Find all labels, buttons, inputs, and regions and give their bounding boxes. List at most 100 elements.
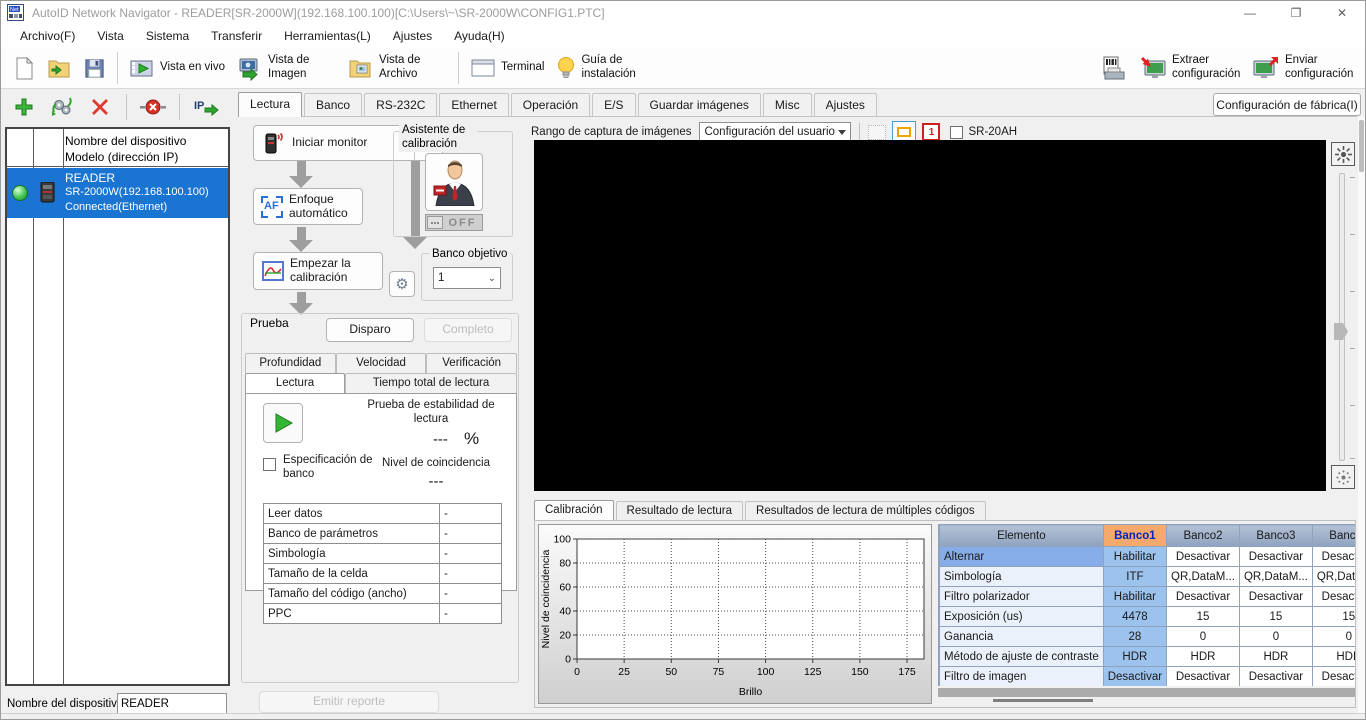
bank-spec-checkbox[interactable] — [263, 458, 276, 471]
tab-banco[interactable]: Banco — [304, 93, 362, 116]
device-name-input[interactable] — [117, 693, 227, 714]
autofocus-button[interactable]: AF Enfoque automático — [253, 188, 363, 225]
close-button[interactable]: ✕ — [1319, 1, 1365, 24]
bank-value[interactable]: ITF — [1103, 567, 1166, 587]
bank-value[interactable]: 4478 — [1103, 607, 1166, 627]
bank-value[interactable]: Desactivar — [1312, 587, 1355, 607]
menu-item-herramientas-l[interactable]: Herramientas(L) — [273, 26, 382, 46]
bank-table-header-banco3[interactable]: Banco3 — [1239, 525, 1312, 547]
bank-value[interactable]: HDR — [1103, 647, 1166, 667]
calibration-settings-button[interactable]: ⚙ — [389, 271, 415, 297]
bank-param-label[interactable]: Filtro polarizador — [940, 587, 1104, 607]
bank-value[interactable]: QR,DataM... — [1239, 567, 1312, 587]
trigger-button[interactable]: Disparo — [326, 318, 414, 342]
image-view-button[interactable]: Vista de Imagen — [231, 51, 342, 84]
tab-lectura[interactable]: Lectura — [238, 92, 302, 117]
ip-settings-button[interactable]: IP — [191, 94, 221, 120]
live-view-button[interactable]: Vista en vivo — [123, 53, 231, 83]
assistant-button[interactable] — [425, 153, 483, 211]
results-tab-resultado-de-lectura[interactable]: Resultado de lectura — [616, 501, 743, 520]
bank-value[interactable]: Habilitar — [1103, 587, 1166, 607]
delete-device-button[interactable] — [85, 94, 115, 120]
bank-value[interactable]: HDR — [1167, 647, 1240, 667]
bank-value[interactable]: HDR — [1239, 647, 1312, 667]
send-config-button[interactable]: Enviar configuración — [1246, 51, 1359, 84]
factory-config-button[interactable]: Configuración de fábrica(I) — [1213, 93, 1361, 116]
menu-item-vista[interactable]: Vista — [86, 26, 134, 46]
bank-table-hscroll-track[interactable] — [938, 688, 1355, 697]
vertical-scrollbar-track[interactable] — [1358, 117, 1365, 713]
extract-config-button[interactable]: Extraer configuración — [1133, 51, 1246, 84]
bank-value[interactable]: QR,DataM... — [1312, 567, 1355, 587]
test-tab-lectura[interactable]: Lectura — [245, 373, 345, 393]
bank-value[interactable]: 15 — [1312, 607, 1355, 627]
save-button[interactable] — [77, 54, 112, 83]
bank-param-label[interactable]: Método de ajuste de contraste — [940, 647, 1104, 667]
bank-table-header-banco2[interactable]: Banco2 — [1167, 525, 1240, 547]
bank-param-label[interactable]: Filtro de imagen — [940, 667, 1104, 687]
report-export-button[interactable]: Emitir reporte — [259, 691, 439, 713]
bank-value[interactable]: Desactivar — [1239, 587, 1312, 607]
bank-value[interactable]: Desactivar — [1312, 547, 1355, 567]
bank-value[interactable]: Desactivar — [1103, 667, 1166, 687]
sr20ah-checkbox[interactable] — [950, 126, 963, 139]
tab-ajustes[interactable]: Ajustes — [814, 93, 877, 116]
test-tab-verificaci-n[interactable]: Verificación — [426, 353, 517, 373]
bank-value[interactable]: HDR — [1312, 647, 1355, 667]
target-bank-select[interactable]: 1 ⌄ — [433, 267, 501, 289]
bank-value[interactable]: Desactivar — [1167, 667, 1240, 687]
bank-value[interactable]: 15 — [1239, 607, 1312, 627]
brightness-down-button[interactable] — [1331, 465, 1355, 489]
bank-value[interactable]: Desactivar — [1312, 667, 1355, 687]
start-calibration-button[interactable]: Empezar la calibración — [253, 252, 383, 290]
bank-table-header-banco1[interactable]: Banco1 — [1103, 525, 1166, 547]
bank-value[interactable]: 28 — [1103, 627, 1166, 647]
bank-param-label[interactable]: Ganancia — [940, 627, 1104, 647]
bank-value[interactable]: Habilitar — [1103, 547, 1166, 567]
bank-table-header-banco4[interactable]: Banco4 — [1312, 525, 1355, 547]
bank-value[interactable]: Desactivar — [1167, 547, 1240, 567]
complete-button[interactable]: Completo — [424, 318, 512, 342]
menu-item-ayuda-h[interactable]: Ayuda(H) — [443, 26, 515, 46]
bank-value[interactable]: 0 — [1312, 627, 1355, 647]
menu-item-sistema[interactable]: Sistema — [135, 26, 200, 46]
device-row[interactable]: READER SR-2000W(192.168.100.100) Connect… — [7, 168, 228, 218]
tab-e-s[interactable]: E/S — [592, 93, 635, 116]
capture-region-none-icon[interactable] — [868, 125, 886, 140]
tab-guardar-im-genes[interactable]: Guardar imágenes — [638, 93, 761, 116]
run-test-button[interactable] — [263, 403, 303, 443]
capture-region-1-button[interactable]: 1 — [922, 123, 940, 141]
report-button[interactable] — [1095, 52, 1133, 84]
image-viewer-canvas[interactable] — [534, 140, 1326, 491]
bank-value[interactable]: 15 — [1167, 607, 1240, 627]
minimize-button[interactable]: — — [1227, 1, 1273, 24]
test-tab-velocidad[interactable]: Velocidad — [336, 353, 427, 373]
menu-item-archivo-f[interactable]: Archivo(F) — [9, 26, 86, 46]
assistant-toggle[interactable]: OFF — [425, 214, 483, 231]
terminal-button[interactable]: Terminal — [464, 54, 550, 82]
bank-value[interactable]: 0 — [1239, 627, 1312, 647]
new-file-button[interactable] — [7, 53, 41, 83]
bank-value[interactable]: Desactivar — [1239, 547, 1312, 567]
disconnect-button[interactable] — [138, 94, 168, 120]
tab-rs-232c[interactable]: RS-232C — [364, 93, 437, 116]
open-file-button[interactable] — [41, 53, 77, 83]
bank-param-label[interactable]: Alternar — [940, 547, 1104, 567]
bank-param-label[interactable]: Simbología — [940, 567, 1104, 587]
brightness-slider-handle[interactable] — [1334, 323, 1348, 340]
brightness-slider-track[interactable] — [1339, 173, 1345, 461]
brightness-up-button[interactable] — [1331, 142, 1355, 166]
vertical-scrollbar-thumb[interactable] — [1359, 120, 1364, 172]
tab-ethernet[interactable]: Ethernet — [439, 93, 508, 116]
add-device-button[interactable] — [9, 94, 39, 120]
results-tab-calibraci-n[interactable]: Calibración — [534, 500, 614, 521]
bank-value[interactable]: QR,DataM... — [1167, 567, 1240, 587]
tab-misc[interactable]: Misc — [763, 93, 812, 116]
menu-item-ajustes[interactable]: Ajustes — [382, 26, 443, 46]
bank-param-label[interactable]: Exposición (us) — [940, 607, 1104, 627]
results-tab-resultados-de-lectura-de-m-ltiples-c-digos[interactable]: Resultados de lectura de múltiples códig… — [745, 501, 986, 520]
test-tab-profundidad[interactable]: Profundidad — [245, 353, 336, 373]
restore-button[interactable]: ❐ — [1273, 1, 1319, 24]
setup-guide-button[interactable]: Guía de instalación — [550, 51, 655, 84]
bank-value[interactable]: Desactivar — [1167, 587, 1240, 607]
